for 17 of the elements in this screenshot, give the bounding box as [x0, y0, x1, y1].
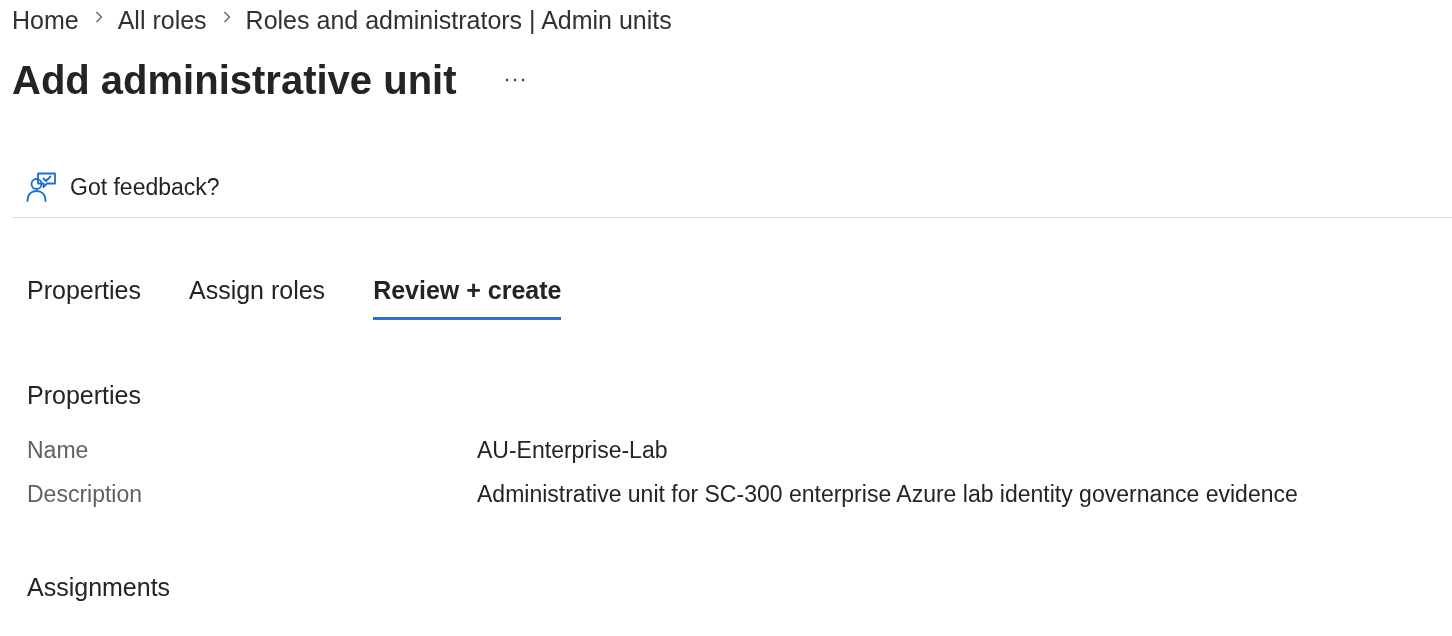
breadcrumb-link[interactable]: All roles	[117, 6, 207, 34]
feedback-button[interactable]: Got feedback?	[26, 172, 220, 202]
section-heading: Properties	[27, 381, 141, 409]
tab[interactable]: Properties	[27, 276, 141, 320]
field-label: Name	[27, 437, 89, 463]
breadcrumb-link[interactable]: Roles and administrators | Admin units	[245, 6, 672, 34]
field-value: AU-Enterprise-Lab	[477, 437, 668, 463]
page-title: Add administrative unit	[12, 57, 457, 103]
chevron-icon	[94, 11, 103, 23]
chevron-icon	[222, 11, 231, 23]
breadcrumb-link[interactable]: Home	[12, 6, 79, 34]
field-value: Administrative unit for SC-300 enterprise Azure lab identity governance evidence	[477, 481, 1298, 507]
tab[interactable]: Assign roles	[188, 276, 326, 320]
field-label: Description	[27, 481, 143, 507]
section-heading: Assignments	[27, 573, 171, 601]
feedback-icon	[26, 172, 56, 202]
tab[interactable]: Review + create	[373, 276, 562, 320]
